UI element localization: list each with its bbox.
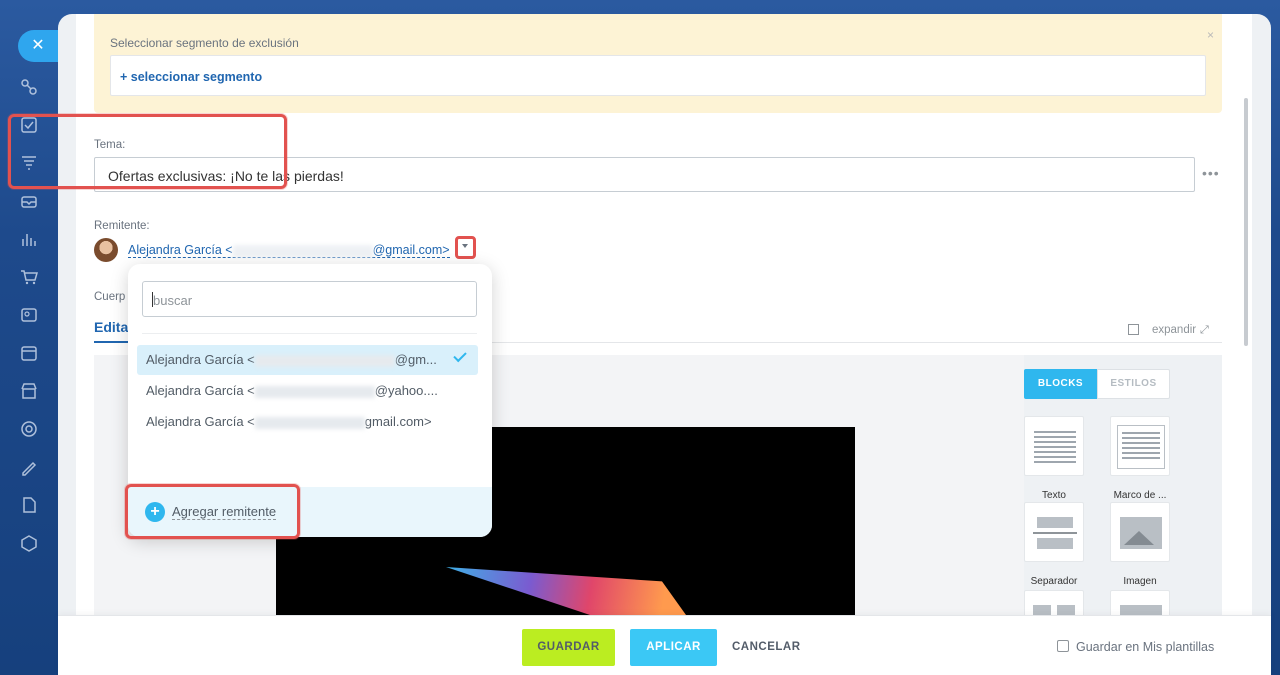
cart-icon[interactable] [19, 267, 39, 287]
avatar [94, 238, 118, 262]
list-item[interactable]: Alejandra García < gmail.com> [137, 407, 478, 437]
scrollbar[interactable] [1244, 98, 1248, 346]
separator-icon-top [1037, 517, 1073, 528]
body-label: Cuerp [94, 291, 126, 303]
exclusion-title: Seleccionar segmento de exclusión [110, 36, 299, 50]
cancel-button[interactable]: CANCELAR [732, 629, 801, 666]
calendar-icon[interactable] [19, 343, 39, 363]
redacted-email [254, 385, 375, 398]
sender-option-domain: @yahoo.... [374, 383, 438, 398]
box-icon[interactable] [19, 533, 39, 553]
flow-icon[interactable] [19, 77, 39, 97]
block-label: Imagen [1123, 576, 1157, 587]
search-input[interactable]: buscar [142, 281, 477, 317]
block-text[interactable] [1024, 416, 1084, 476]
block-label: Separador [1030, 576, 1078, 587]
sender-dropdown-button[interactable] [455, 236, 476, 259]
subject-highlight [8, 114, 287, 189]
divider [142, 333, 477, 334]
sender-selector[interactable]: Alejandra García < @gmail.com> [128, 243, 450, 258]
segment-selector[interactable]: + seleccionar segmento [110, 55, 1206, 96]
select-segment-link[interactable]: + seleccionar segmento [120, 70, 262, 84]
exclusion-segment-box: Seleccionar segmento de exclusión × + se… [94, 14, 1222, 113]
tab-blocks[interactable]: BLOCKS [1024, 369, 1097, 399]
tab-editor[interactable]: Edita [94, 319, 128, 335]
block-label: Texto [1042, 490, 1066, 501]
redacted-email [254, 416, 365, 429]
block-frame[interactable] [1110, 416, 1170, 476]
image-shape [446, 567, 686, 615]
sender-option-domain: gmail.com> [364, 414, 432, 429]
check-icon [453, 348, 467, 363]
footer-toolbar: GUARDAR APLICAR CANCELAR Guardar en Mis … [58, 615, 1271, 675]
save-template-checkbox[interactable] [1057, 640, 1069, 652]
sender-option-name: Alejandra García < [146, 414, 255, 429]
redacted-email [254, 354, 395, 367]
sender-name: Alejandra García < [128, 243, 233, 257]
left-sidebar: ✕ [0, 0, 58, 675]
inbox-icon[interactable] [19, 191, 39, 211]
separator-icon-line [1033, 532, 1077, 534]
sender-option-name: Alejandra García < [146, 383, 255, 398]
contact-card-icon[interactable] [19, 305, 39, 325]
sender-option-name: Alejandra García < [146, 352, 255, 367]
list-item[interactable]: Alejandra García < @yahoo.... [137, 376, 478, 406]
marketing-icon[interactable] [19, 419, 39, 439]
save-button[interactable]: GUARDAR [522, 629, 615, 666]
block-separator[interactable] [1024, 502, 1084, 562]
chevron-down-icon [462, 244, 468, 248]
more-options-icon[interactable]: ••• [1202, 165, 1220, 181]
text-block-icon [1034, 431, 1076, 463]
document-icon[interactable] [19, 495, 39, 515]
apply-button[interactable]: APLICAR [630, 629, 717, 666]
list-item[interactable]: Alejandra García < @gm... [137, 345, 478, 375]
sender-domain: @gmail.com> [372, 243, 450, 257]
frame-lines [1122, 432, 1160, 462]
pen-icon[interactable] [19, 457, 39, 477]
expand-link[interactable]: expandir [1152, 324, 1196, 336]
block-image[interactable] [1110, 502, 1170, 562]
add-sender-highlight [125, 484, 300, 539]
store-icon[interactable] [19, 381, 39, 401]
frame-block-icon [1117, 425, 1165, 469]
sender-label: Remitente: [94, 220, 150, 232]
close-icon[interactable]: × [1207, 28, 1214, 42]
search-placeholder: buscar [153, 293, 193, 308]
close-slider-button[interactable]: ✕ [18, 30, 58, 62]
tab-styles[interactable]: ESTILOS [1097, 369, 1170, 399]
expand-icon[interactable]: ⤢ [1200, 324, 1209, 337]
block-label: Marco de ... [1113, 490, 1167, 501]
sender-option-domain: @gm... [394, 352, 437, 367]
copy-icon[interactable] [1128, 324, 1139, 335]
active-tab-indicator [94, 341, 130, 343]
save-template-label[interactable]: Guardar en Mis plantillas [1076, 640, 1214, 654]
redacted-email [232, 244, 373, 257]
image-icon [1120, 517, 1162, 549]
separator-icon-bottom [1037, 538, 1073, 549]
analytics-icon[interactable] [19, 229, 39, 249]
